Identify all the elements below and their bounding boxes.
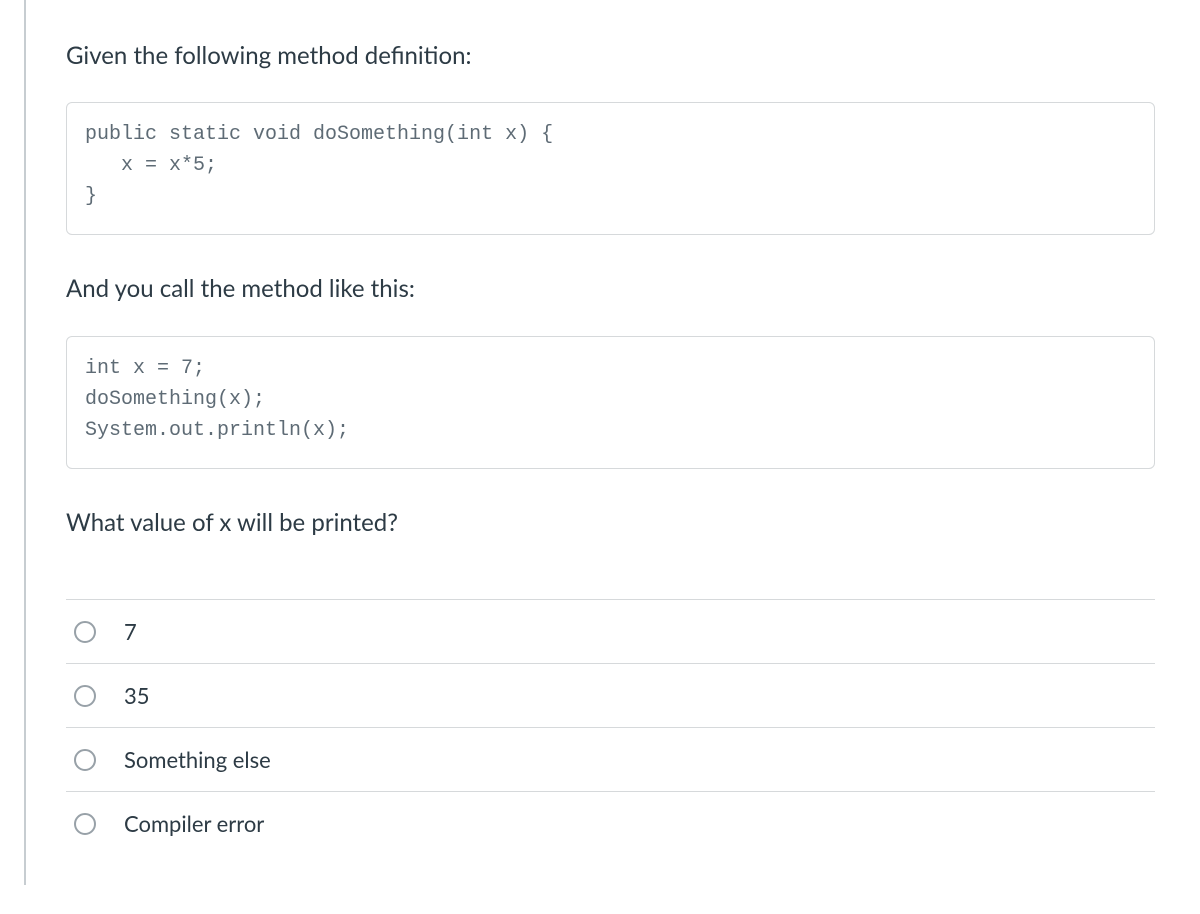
answer-label: Compiler error [124, 810, 264, 837]
answer-label: 35 [124, 682, 150, 709]
radio-icon [74, 813, 96, 835]
code-block-1: public static void doSomething(int x) { … [66, 102, 1155, 235]
question-intro-2: And you call the method like this: [66, 273, 1155, 305]
question-container: Given the following method definition: p… [24, 0, 1200, 885]
answer-list: 7 35 Something else Compiler error [66, 599, 1155, 855]
radio-icon [74, 621, 96, 643]
answer-label: Something else [124, 746, 271, 773]
code-text-2: int x = 7; doSomething(x); System.out.pr… [85, 353, 1136, 446]
answer-option-1[interactable]: 35 [66, 664, 1155, 728]
code-text-1: public static void doSomething(int x) { … [85, 119, 1136, 212]
radio-icon [74, 685, 96, 707]
answer-option-3[interactable]: Compiler error [66, 792, 1155, 855]
answer-label: 7 [124, 618, 137, 645]
answer-option-0[interactable]: 7 [66, 599, 1155, 664]
code-block-2: int x = 7; doSomething(x); System.out.pr… [66, 336, 1155, 469]
radio-icon [74, 749, 96, 771]
question-intro-1: Given the following method definition: [66, 40, 1155, 72]
question-prompt: What value of x will be printed? [66, 507, 1155, 539]
answer-option-2[interactable]: Something else [66, 728, 1155, 792]
